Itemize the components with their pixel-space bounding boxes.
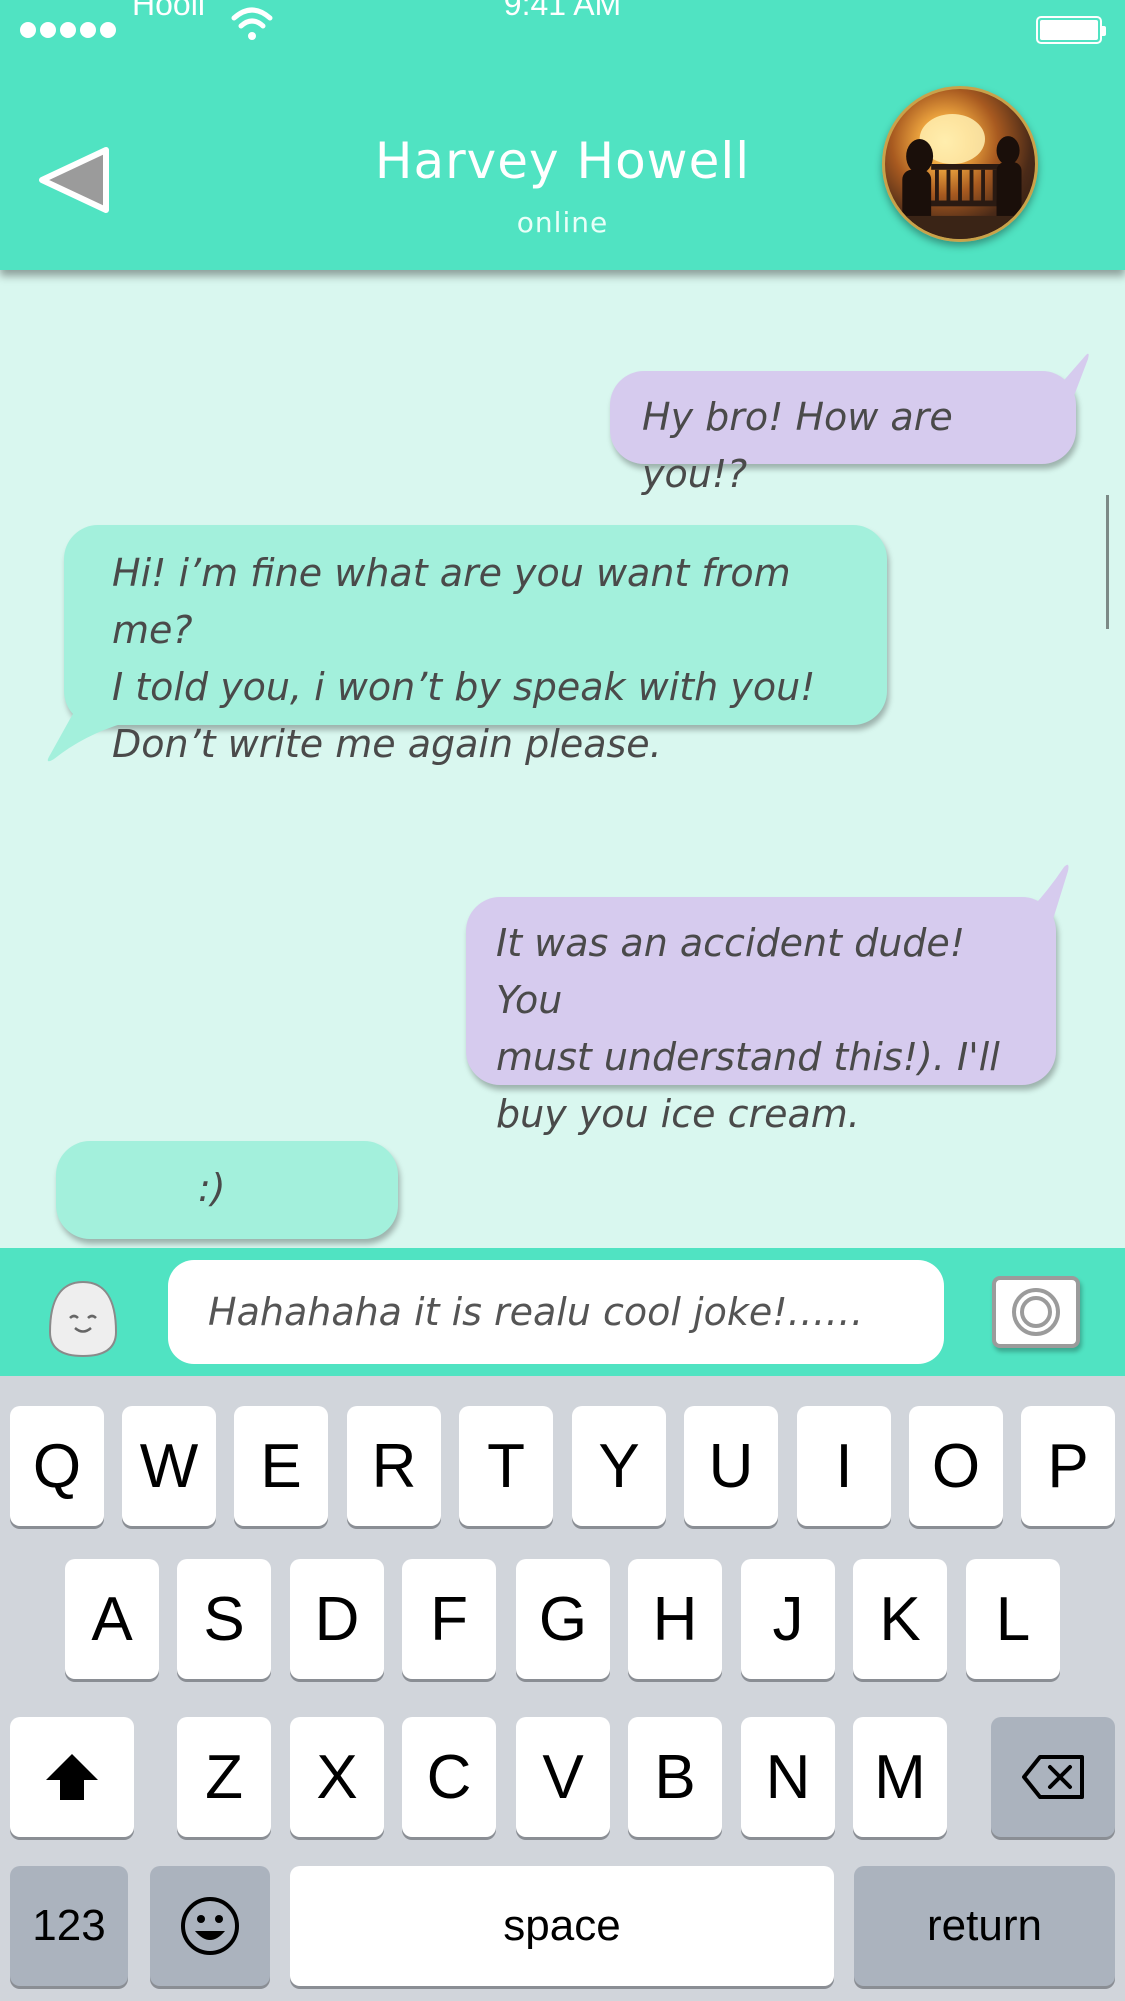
camera-icon [1012,1288,1060,1336]
message-bubble-incoming[interactable]: :) [56,1141,398,1239]
chat-header: Hooli 9:41 AM Harvey Howell online [0,0,1125,270]
status-bar: Hooli 9:41 AM [0,0,1125,50]
message-bubble-incoming[interactable]: Hi! i’m fine what are you want from me? … [47,525,887,766]
message-line: must understand this!). I'll [496,1035,1000,1079]
key-r[interactable]: R [347,1406,441,1526]
emoji-icon [181,1897,239,1955]
key-z[interactable]: Z [177,1717,271,1837]
message-input[interactable] [168,1260,944,1364]
key-o[interactable]: O [909,1406,1003,1526]
shift-key[interactable] [10,1717,134,1837]
signal-dots-icon [20,22,116,38]
key-p[interactable]: P [1021,1406,1115,1526]
key-c[interactable]: C [402,1717,496,1837]
key-e[interactable]: E [234,1406,328,1526]
message-bubble-outgoing[interactable]: It was an accident dude! You must unders… [466,864,1069,1136]
message-composer [0,1248,1125,1376]
key-x[interactable]: X [290,1717,384,1837]
key-j[interactable]: J [741,1559,835,1679]
message-line: :) [198,1166,226,1210]
key-k[interactable]: K [853,1559,947,1679]
key-f[interactable]: F [402,1559,496,1679]
status-time: 9:41 AM [503,0,622,22]
sticker-icon[interactable] [46,1278,120,1362]
key-y[interactable]: Y [572,1406,666,1526]
key-u[interactable]: U [684,1406,778,1526]
message-line: It was an accident dude! You [496,921,966,1022]
message-line: I told you, i won’t by speak with you! [112,665,816,709]
key-l[interactable]: L [966,1559,1060,1679]
message-line: Hy bro! How are you!? [642,395,953,496]
key-v[interactable]: V [516,1717,610,1837]
message-line: Don’t write me again please. [112,722,662,766]
key-i[interactable]: I [797,1406,891,1526]
key-g[interactable]: G [516,1559,610,1679]
camera-button[interactable] [992,1276,1080,1348]
space-key[interactable]: space [290,1866,834,1986]
backspace-key[interactable] [991,1717,1115,1837]
battery-icon [1036,16,1106,44]
key-q[interactable]: Q [10,1406,104,1526]
bubble-tail [1046,353,1089,401]
key-w[interactable]: W [122,1406,216,1526]
message-bubble-outgoing[interactable]: Hy bro! How are you!? [610,353,1089,496]
avatar[interactable] [882,86,1038,242]
emoji-key[interactable] [150,1866,270,1986]
key-a[interactable]: A [65,1559,159,1679]
key-s[interactable]: S [177,1559,271,1679]
key-b[interactable]: B [628,1717,722,1837]
key-n[interactable]: N [741,1717,835,1837]
scroll-indicator[interactable] [1106,495,1109,629]
key-d[interactable]: D [290,1559,384,1679]
shift-icon [46,1754,98,1800]
key-m[interactable]: M [853,1717,947,1837]
numbers-key[interactable]: 123 [10,1866,128,1986]
keyboard: Q W E R T Y U I O P A S D F G H J K L Z … [0,1376,1125,2001]
message-line: buy you ice cream. [496,1092,860,1136]
message-line: Hi! i’m fine what are you want from me? [112,551,791,652]
key-t[interactable]: T [459,1406,553,1526]
backspace-icon [1022,1755,1084,1799]
message-list[interactable]: Hy bro! How are you!? Hi! i’m fine what … [0,270,1125,1248]
key-h[interactable]: H [628,1559,722,1679]
return-key[interactable]: return [854,1866,1115,1986]
